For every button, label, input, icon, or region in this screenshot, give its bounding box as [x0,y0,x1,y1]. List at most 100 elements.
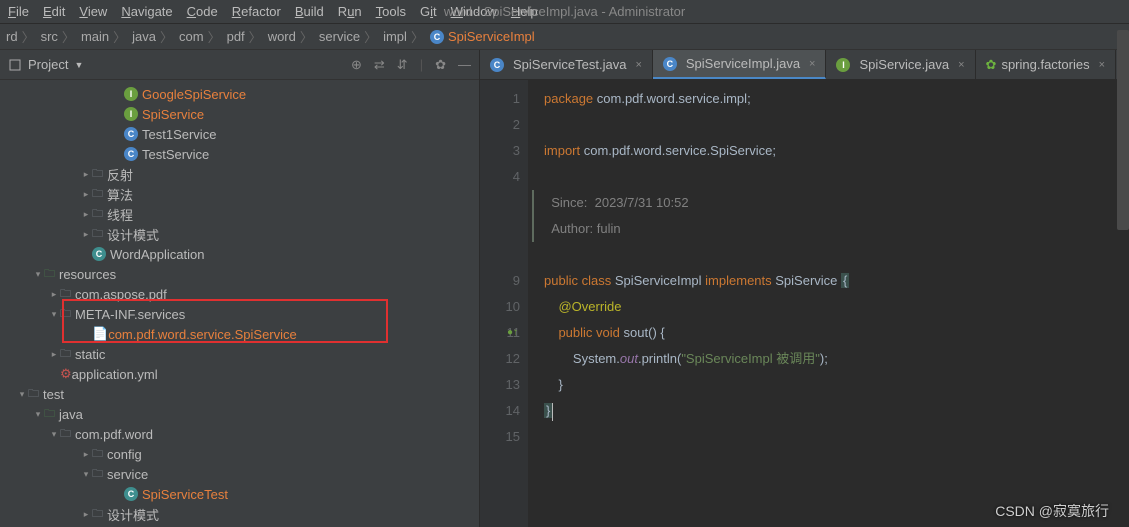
close-icon[interactable]: × [635,59,641,71]
editor-tab[interactable]: CSpiServiceTest.java× [480,50,653,79]
tree-item[interactable]: ▾🗀test [0,384,479,404]
tree-label: META-INF.services [75,307,185,322]
folder-icon: 🗀 [92,225,103,244]
menu-run[interactable]: Run [338,4,362,19]
crumb[interactable]: java〉 [132,27,177,46]
resources-folder-icon: 🗀 [44,405,55,424]
menu-code[interactable]: Code [187,4,218,19]
crumb[interactable]: src〉 [41,27,79,46]
tree-item[interactable]: ▸🗀com.aspose.pdf [0,284,479,304]
tree-arrow[interactable]: ▸ [80,509,92,520]
tree-item[interactable]: ▸🗀反射 [0,164,479,184]
menu-navigate[interactable]: Navigate [121,4,172,19]
tree-item[interactable]: CWordApplication [0,244,479,264]
gear-icon[interactable]: ✿ [435,57,446,73]
crumb[interactable]: com〉 [179,27,225,46]
hide-icon[interactable]: — [458,57,471,72]
crumb[interactable]: main〉 [81,27,130,46]
project-title[interactable]: Project [28,57,68,72]
menu-git[interactable]: Git [420,4,437,19]
tree-label: java [59,407,83,422]
tree-item[interactable]: CTest1Service [0,124,479,144]
tree-item[interactable]: ▾🗀META-INF.services [0,304,479,324]
tree-arrow[interactable]: ▾ [48,429,60,440]
tree-item[interactable]: CTestService [0,144,479,164]
tree-arrow[interactable]: ▾ [48,309,60,320]
tree-label: 设计模式 [107,505,159,524]
menu-refactor[interactable]: Refactor [232,4,281,19]
project-sidebar: Project ▼ ⊕ ⇄ ⇵ | ✿ — IGoogleSpiServiceI… [0,50,480,527]
crumb[interactable]: word〉 [268,27,317,46]
editor-tab[interactable]: CSpiServiceImpl.java× [653,50,827,79]
tree-label: application.yml [72,367,158,382]
tree-arrow[interactable]: ▸ [80,169,92,180]
tree-item[interactable]: ▸🗀设计模式 [0,224,479,244]
tree-label: GoogleSpiService [142,87,246,102]
code-editor[interactable]: 1234 910 11●↑ 12131415 package com.pdf.w… [480,80,1129,527]
tree-item[interactable]: ▾🗀 java [0,404,479,424]
kotlin-class-icon: C [124,487,138,501]
watermark: CSDN @寂寞旅行 [995,501,1109,521]
crumb[interactable]: rd〉 [6,27,39,46]
menu-file[interactable]: File [8,4,29,19]
tree-arrow[interactable]: ▸ [48,349,60,360]
project-icon [8,58,22,72]
tree-arrow[interactable]: ▸ [80,209,92,220]
locate-icon[interactable]: ⊕ [351,57,362,73]
tree-item[interactable]: 📄com.pdf.word.service.SpiService [0,324,479,344]
folder-icon: 🗀 [92,205,103,224]
menu-build[interactable]: Build [295,4,324,19]
close-icon[interactable]: × [1099,59,1105,71]
folder-icon: 🗀 [92,445,103,464]
tree-arrow[interactable]: ▸ [80,189,92,200]
tree-label: com.aspose.pdf [75,287,167,302]
folder-icon: 🗀 [92,185,103,204]
tree-arrow[interactable]: ▾ [16,389,28,400]
tree-arrow[interactable]: ▾ [80,469,92,480]
tree-arrow[interactable]: ▾ [32,269,44,280]
tree-item[interactable]: ▸🗀线程 [0,204,479,224]
tree-arrow[interactable]: ▸ [80,229,92,240]
class-icon: C [124,127,138,141]
chevron-down-icon[interactable]: ▼ [74,60,83,70]
crumb[interactable]: pdf〉 [227,27,266,46]
crumb[interactable]: impl〉 [383,27,428,46]
tree-label: 线程 [107,205,133,224]
collapse-icon[interactable]: ⇵ [397,57,408,73]
tree-item[interactable]: IGoogleSpiService [0,84,479,104]
tree-label: com.pdf.word.service.SpiService [108,327,297,342]
editor-tab[interactable]: ISpiService.java× [826,50,975,79]
tree-label: SpiServiceTest [142,487,228,502]
close-icon[interactable]: × [809,58,815,70]
folder-icon: 🗀 [92,465,103,484]
tree-label: test [43,387,64,402]
tree-item[interactable]: ISpiService [0,104,479,124]
menu-tools[interactable]: Tools [376,4,406,19]
menu-view[interactable]: View [79,4,107,19]
tree-item[interactable]: ▸🗀config [0,444,479,464]
tree-item[interactable]: ▸🗀算法 [0,184,479,204]
menu-edit[interactable]: Edit [43,4,65,19]
crumb[interactable]: service〉 [319,27,381,46]
tree-arrow[interactable]: ▸ [80,449,92,460]
tree-item[interactable]: ▾🗀resources [0,264,479,284]
editor-tab[interactable]: ✿spring.factories× [976,50,1117,79]
class-icon: C [430,30,444,44]
tree-item[interactable]: ▸🗀static [0,344,479,364]
tree-item[interactable]: ▸🗀设计模式 [0,504,479,524]
tree-item[interactable]: ▾🗀com.pdf.word [0,424,479,444]
close-icon[interactable]: × [958,59,964,71]
caret [552,403,553,421]
project-tree[interactable]: IGoogleSpiServiceISpiServiceCTest1Servic… [0,80,479,527]
tree-arrow[interactable]: ▾ [32,409,44,420]
tree-arrow[interactable]: ▸ [48,289,60,300]
tree-item[interactable]: C SpiServiceTest [0,484,479,504]
file-icon: 📄 [92,326,108,342]
tree-item[interactable]: ▾🗀service [0,464,479,484]
breadcrumb: rd〉 src〉 main〉 java〉 com〉 pdf〉 word〉 ser… [0,24,1129,50]
code-lines[interactable]: package com.pdf.word.service.impl; impor… [528,80,1129,527]
crumb-active[interactable]: CSpiServiceImpl [430,29,535,44]
tab-label: SpiServiceImpl.java [686,56,800,71]
tree-item[interactable]: ⚙application.yml [0,364,479,384]
expand-icon[interactable]: ⇄ [374,57,385,73]
